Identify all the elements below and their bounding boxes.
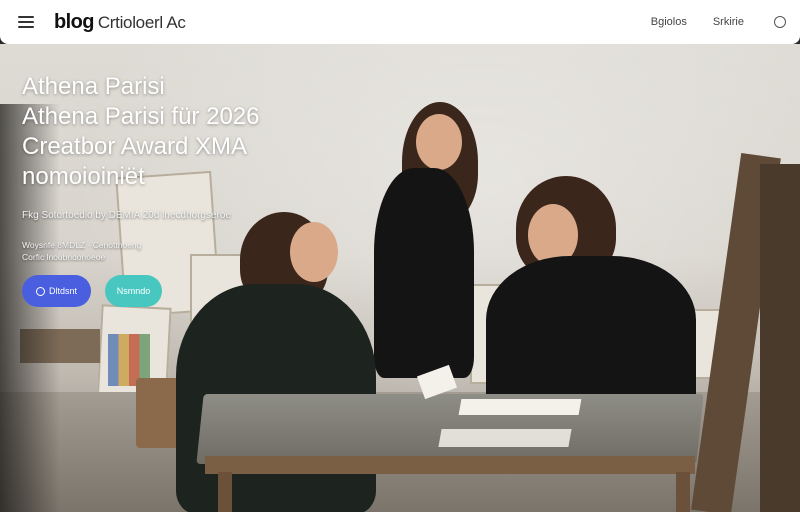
hero-title-line: nomoioiniët [22, 163, 145, 190]
search-icon[interactable] [774, 16, 786, 28]
brand-logo[interactable]: blog [54, 11, 94, 34]
secondary-cta-button[interactable]: Nsmndo [105, 275, 162, 307]
hero-title-line: Athena Parisi [22, 73, 165, 100]
hero-text: Athena Parisi Athena Parisi für 2026 Cre… [22, 72, 322, 263]
hero-actions: Dltdsnt Nsmndo [22, 275, 162, 307]
sketch-paper [458, 399, 582, 415]
secondary-cta-label: Nsmndo [116, 286, 151, 296]
sketch-paper [438, 429, 572, 447]
play-icon [35, 286, 45, 296]
top-navbar: blog Crtioloerl Ac Bgiolos Srkirie [0, 0, 800, 44]
primary-cta-button[interactable]: Dltdsnt [22, 275, 91, 307]
hero-byline: Fkg Sotortoedio by DEMIA 20d lnecdhorgse… [22, 210, 232, 221]
primary-cta-label: Dltdsnt [48, 286, 77, 296]
hero-title: Athena Parisi Athena Parisi für 2026 Cre… [22, 72, 322, 192]
hero-title-line: Athena Parisi für 2026 [22, 103, 260, 130]
hero-meta-line: Woysnfe 8MDLZ · Cenottnoeng [22, 240, 142, 250]
nav-link-blogs[interactable]: Bgiolos [651, 16, 687, 28]
nav-link-stories[interactable]: Srkirie [713, 16, 744, 28]
hero-meta: Woysnfe 8MDLZ · Cenottnoeng Corfic lnoub… [22, 239, 322, 263]
brand-subtitle: Crtioloerl Ac [97, 12, 186, 32]
foreground-easel [760, 164, 800, 512]
menu-icon[interactable] [18, 16, 34, 28]
hero-meta-line: Corfic lnoubndonoeoe [22, 252, 106, 262]
main-nav: Bgiolos Srkirie [651, 16, 786, 28]
brand[interactable]: blog Crtioloerl Ac [54, 11, 186, 34]
hero-title-line: Creatbor Award XMA [22, 133, 247, 160]
table-edge [205, 456, 695, 474]
